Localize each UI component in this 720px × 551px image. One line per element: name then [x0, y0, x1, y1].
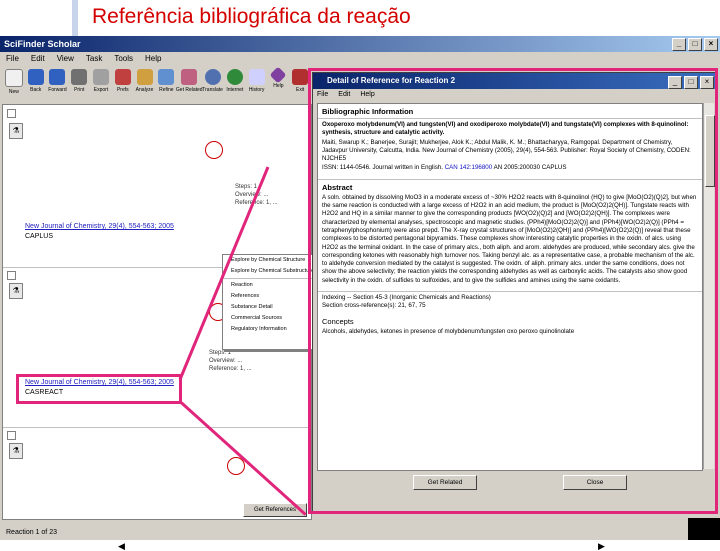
menu-help[interactable]: Help — [145, 52, 161, 66]
result-checkbox[interactable] — [7, 109, 16, 118]
reference-link[interactable]: New Journal of Chemistry, 29(4), 554-563… — [25, 223, 174, 230]
status-bar: Reaction 1 of 23 — [0, 526, 720, 540]
maximize-icon[interactable]: □ — [688, 38, 702, 51]
tool-prefs[interactable]: Prefs — [113, 66, 133, 100]
print-icon — [71, 69, 88, 85]
tool-get-related[interactable]: Get Related — [176, 66, 203, 100]
tool-back[interactable]: Back — [26, 66, 46, 100]
menu-item[interactable]: References — [223, 291, 315, 302]
highlight-reference — [16, 374, 182, 404]
menu-file[interactable]: File — [6, 52, 19, 66]
slide-corner-block — [688, 518, 720, 540]
tool-print[interactable]: Print — [69, 66, 89, 100]
prefs-icon — [114, 69, 131, 85]
app-menubar: File Edit View Task Tools Help — [0, 52, 720, 66]
menu-item[interactable]: Explore by Chemical Substructure — [223, 266, 315, 277]
database-label: CAPLUS — [25, 233, 54, 240]
tool-export[interactable]: Export — [91, 66, 111, 100]
tool-analyze[interactable]: Analyze — [135, 66, 155, 100]
menu-task[interactable]: Task — [86, 52, 102, 66]
result-line: Steps: 1 — [209, 350, 232, 356]
result-checkbox[interactable] — [7, 271, 16, 280]
globe-icon — [226, 69, 243, 85]
menu-item[interactable]: Commercial Sources — [223, 313, 315, 324]
menu-separator — [223, 278, 315, 279]
menu-edit[interactable]: Edit — [31, 52, 45, 66]
reaction-icon[interactable]: ⚗ — [9, 443, 23, 459]
menu-item[interactable]: Substance Detail — [223, 302, 315, 313]
app-toolbar: New Back Forward Print Export Prefs Anal… — [0, 66, 310, 102]
related-icon — [181, 69, 198, 85]
new-icon — [4, 69, 23, 87]
menu-item[interactable]: Reaction — [223, 280, 315, 291]
exit-icon — [292, 69, 309, 85]
reaction-icon[interactable]: ⚗ — [9, 123, 23, 139]
menu-item[interactable]: Regulatory Information — [223, 324, 315, 335]
back-arrow-icon — [27, 69, 44, 85]
reaction-icon[interactable]: ⚗ — [9, 283, 23, 299]
menu-tools[interactable]: Tools — [114, 52, 133, 66]
page-prev-icon[interactable]: ◀ — [118, 541, 128, 551]
app-titlebar: SciFinder Scholar _ □ × — [0, 36, 720, 52]
page-next-icon[interactable]: ▶ — [598, 541, 608, 551]
analyze-icon — [136, 69, 153, 85]
tool-translate[interactable]: Translate — [202, 66, 223, 100]
forward-arrow-icon — [49, 69, 66, 85]
history-icon — [248, 69, 265, 85]
tool-new[interactable]: New — [4, 66, 24, 100]
tool-help[interactable]: Help — [268, 66, 288, 100]
help-icon — [269, 66, 287, 84]
translate-icon — [204, 69, 221, 85]
menu-view[interactable]: View — [57, 52, 74, 66]
refine-icon — [158, 69, 175, 85]
close-icon[interactable]: × — [704, 38, 718, 51]
tool-refine[interactable]: Refine — [156, 66, 176, 100]
status-text: Reaction 1 of 23 — [6, 529, 57, 536]
structure-ring — [205, 141, 223, 159]
context-menu: Explore by Chemical Structure Explore by… — [222, 254, 316, 350]
result-line: Reference: 1, ... — [209, 366, 252, 372]
slide-decoration — [72, 0, 78, 36]
result-line: Overview: ... — [235, 192, 269, 198]
app-title: SciFinder Scholar — [4, 39, 81, 49]
export-icon — [93, 69, 110, 85]
highlight-dialog — [308, 68, 718, 514]
slide-title: Referência bibliográfica da reação — [92, 5, 411, 28]
minimize-icon[interactable]: _ — [672, 38, 686, 51]
result-line: Reference: 1, ... — [235, 200, 278, 206]
result-line: Overview: ... — [209, 358, 243, 364]
menu-item[interactable]: Explore by Chemical Structure — [223, 255, 315, 266]
tool-internet[interactable]: Internet — [225, 66, 245, 100]
result-line: Steps: 1 — [235, 184, 258, 190]
result-item: ⚗ Steps: 1 Overview: ... Reference: 1, .… — [3, 105, 309, 268]
tool-forward[interactable]: Forward — [48, 66, 68, 100]
tool-history[interactable]: History — [247, 66, 267, 100]
result-checkbox[interactable] — [7, 431, 16, 440]
